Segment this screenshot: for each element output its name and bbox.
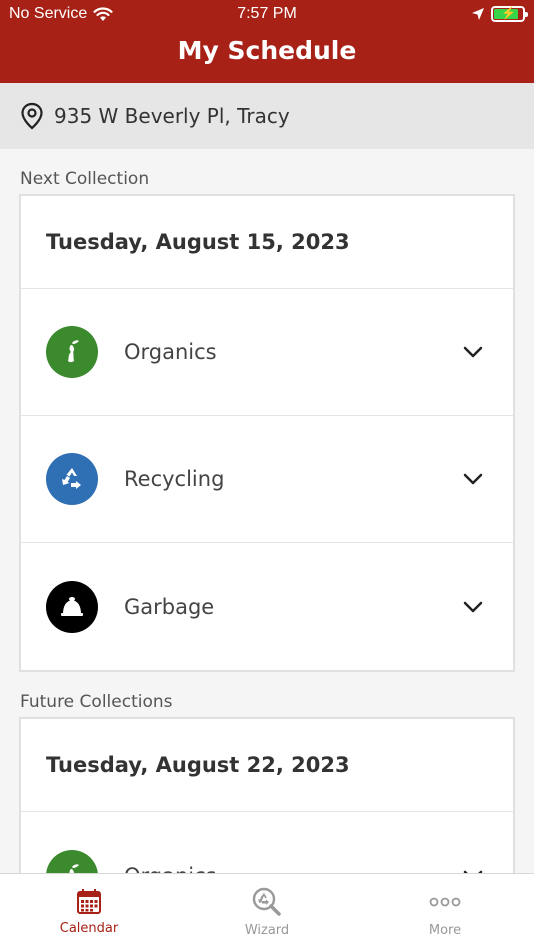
app-header: No Service 7:57 PM ⚡ My Schedule [0, 0, 534, 83]
calendar-icon [77, 889, 101, 914]
next-collection-card: Tuesday, August 15, 2023 Organics Recycl… [19, 194, 515, 672]
chevron-down-icon[interactable] [463, 473, 483, 485]
status-time: 7:57 PM [237, 5, 297, 22]
battery-icon: ⚡ [491, 6, 528, 22]
tab-wizard[interactable]: Wizard [178, 874, 356, 950]
tab-calendar[interactable]: Calendar [0, 874, 178, 950]
tab-label: More [428, 923, 462, 938]
list-item-organics[interactable]: Organics [21, 812, 513, 873]
future-collection-card: Tuesday, August 22, 2023 Organics [19, 717, 515, 873]
tab-bar: Calendar Wizard More [0, 873, 534, 950]
list-item-garbage[interactable]: Garbage [21, 543, 513, 670]
list-item-organics[interactable]: Organics [21, 289, 513, 416]
tab-more[interactable]: More [356, 874, 534, 950]
collection-date: Tuesday, August 15, 2023 [21, 196, 513, 289]
chevron-down-icon[interactable] [463, 601, 483, 613]
list-item-label: Organics [124, 864, 217, 874]
organics-icon [46, 849, 98, 873]
organics-icon [46, 326, 98, 378]
collection-date: Tuesday, August 22, 2023 [21, 719, 513, 812]
address-bar[interactable]: 935 W Beverly Pl, Tracy [0, 83, 534, 149]
location-pin-icon [21, 102, 43, 130]
tab-label: Wizard [244, 923, 290, 938]
tab-label: Calendar [59, 921, 119, 936]
page-title: My Schedule [177, 36, 357, 65]
future-collections-label: Future Collections [20, 692, 173, 712]
schedule-scroll[interactable]: Next Collection Tuesday, August 15, 2023… [0, 149, 534, 873]
garbage-icon [46, 580, 98, 633]
status-bar: No Service 7:57 PM ⚡ [9, 4, 528, 24]
address-text: 935 W Beverly Pl, Tracy [54, 104, 290, 128]
list-item-label: Recycling [124, 467, 225, 491]
next-collection-label: Next Collection [20, 169, 150, 189]
list-item-label: Organics [124, 340, 217, 364]
list-item-label: Garbage [124, 594, 215, 619]
more-icon [429, 897, 461, 907]
recycling-icon [46, 453, 98, 505]
list-item-recycling[interactable]: Recycling [21, 416, 513, 543]
chevron-down-icon[interactable] [463, 346, 483, 358]
wizard-icon [252, 887, 281, 916]
